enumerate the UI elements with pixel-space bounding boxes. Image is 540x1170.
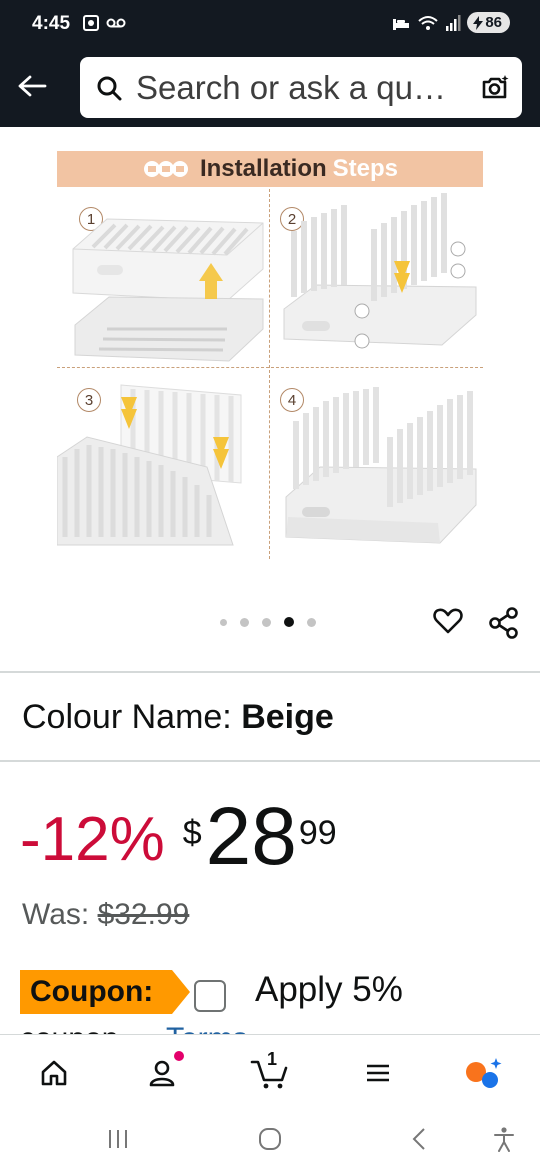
was-price: $32.99 bbox=[97, 898, 190, 931]
carousel-dot-active[interactable] bbox=[284, 617, 294, 627]
status-system-icons: 86 bbox=[391, 12, 510, 33]
section-divider bbox=[0, 671, 540, 673]
colour-value: Beige bbox=[241, 698, 334, 736]
screenshot-icon bbox=[83, 15, 99, 31]
banner-title: Installation bbox=[199, 155, 327, 182]
product-image[interactable]: Installation Steps 1 2 3 4 bbox=[0, 127, 540, 597]
search-input[interactable] bbox=[136, 68, 480, 107]
back-system-button[interactable] bbox=[402, 1124, 438, 1154]
price-whole: 28 bbox=[205, 791, 297, 882]
carousel-dot[interactable] bbox=[240, 617, 249, 627]
brand-logo-icon bbox=[143, 161, 188, 177]
wishlist-button[interactable] bbox=[432, 605, 464, 637]
signal-icon bbox=[446, 14, 461, 31]
colour-selector[interactable]: Colour Name: Beige bbox=[22, 698, 334, 737]
section-divider bbox=[0, 760, 540, 762]
share-icon bbox=[489, 607, 518, 639]
charging-bolt-icon bbox=[473, 15, 484, 30]
battery-level: 86 bbox=[485, 14, 502, 31]
voicemail-icon bbox=[106, 18, 126, 28]
nav-home[interactable] bbox=[34, 1053, 74, 1093]
price-block: -12% $ 28 99 bbox=[20, 792, 337, 882]
status-time: 4:45 bbox=[32, 13, 71, 34]
step-1-illustration: 1 bbox=[57, 189, 270, 374]
bottom-nav: 1 bbox=[0, 1034, 540, 1106]
banner-subtitle: Steps bbox=[332, 155, 399, 182]
carousel-dot[interactable] bbox=[307, 617, 316, 627]
colour-label: Colour Name: bbox=[22, 698, 242, 736]
recent-apps-icon bbox=[109, 1130, 127, 1148]
discount-percent: -12% bbox=[20, 805, 165, 874]
coupon-badge: Coupon: bbox=[20, 970, 190, 1014]
nav-menu[interactable] bbox=[358, 1053, 398, 1093]
carousel-dots[interactable] bbox=[220, 617, 316, 627]
nav-rufus-assistant[interactable] bbox=[464, 1053, 504, 1093]
list-price: Was: $32.99 bbox=[22, 898, 189, 932]
was-label: Was: bbox=[22, 898, 98, 931]
home-system-button[interactable] bbox=[252, 1124, 288, 1154]
coupon-text: Apply 5% bbox=[255, 970, 403, 1009]
installation-banner: Installation Steps bbox=[57, 151, 483, 187]
installation-steps-grid: 1 2 3 4 bbox=[57, 189, 483, 559]
heart-icon bbox=[433, 608, 463, 634]
price-fraction: 99 bbox=[298, 814, 337, 852]
system-nav-bar bbox=[0, 1106, 540, 1170]
app-header bbox=[0, 50, 540, 127]
status-bar: 4:45 86 bbox=[0, 0, 540, 50]
home-icon bbox=[41, 1060, 67, 1086]
step-2-illustration: 2 bbox=[270, 189, 483, 374]
nav-account[interactable] bbox=[142, 1051, 184, 1093]
sleep-mode-icon bbox=[393, 18, 410, 30]
accessibility-button[interactable] bbox=[486, 1124, 522, 1154]
battery-indicator: 86 bbox=[467, 12, 510, 33]
back-arrow-icon bbox=[18, 75, 47, 97]
carousel-dot[interactable] bbox=[220, 618, 227, 626]
step-3-illustration: 3 bbox=[57, 374, 270, 559]
carousel-dot[interactable] bbox=[262, 617, 271, 627]
share-button[interactable] bbox=[488, 607, 520, 639]
status-notification-icons bbox=[82, 14, 126, 32]
home-circle-icon bbox=[259, 1128, 281, 1150]
notification-dot bbox=[174, 1051, 184, 1061]
recent-apps-button[interactable] bbox=[100, 1124, 136, 1154]
user-icon bbox=[149, 1060, 175, 1087]
assistant-sparkle-icon bbox=[466, 1058, 502, 1088]
nav-cart[interactable]: 1 bbox=[248, 1049, 292, 1093]
back-button[interactable] bbox=[14, 68, 50, 104]
wifi-icon bbox=[418, 15, 438, 30]
step-4-illustration: 4 bbox=[270, 374, 483, 559]
image-actions bbox=[0, 597, 540, 657]
coupon-row: Coupon: Apply 5% bbox=[20, 966, 540, 1016]
price-currency: $ bbox=[182, 814, 202, 852]
hamburger-menu-icon bbox=[367, 1064, 389, 1082]
chevron-left-icon bbox=[412, 1128, 425, 1150]
search-icon bbox=[97, 76, 122, 100]
search-box[interactable] bbox=[80, 57, 522, 118]
coupon-checkbox[interactable] bbox=[194, 980, 226, 1012]
camera-lens-icon bbox=[482, 74, 509, 98]
accessibility-icon bbox=[494, 1127, 514, 1152]
cart-count: 1 bbox=[267, 1049, 278, 1069]
